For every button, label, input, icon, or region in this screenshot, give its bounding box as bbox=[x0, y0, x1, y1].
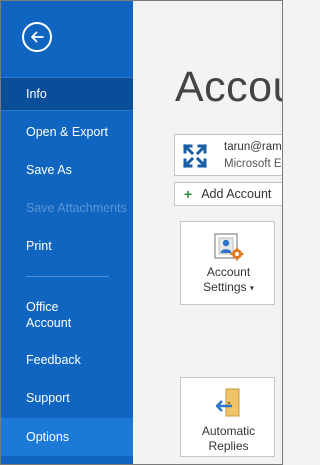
nav-item-open-export[interactable]: Open & Export bbox=[1, 115, 133, 149]
account-settings-icon bbox=[214, 233, 244, 261]
nav-item-save-attachments: Save Attachments bbox=[1, 191, 133, 225]
back-button[interactable] bbox=[22, 22, 52, 52]
nav-divider bbox=[26, 276, 109, 277]
account-email: tarun@ram bbox=[224, 141, 282, 153]
nav-item-label: Office Account bbox=[26, 300, 72, 330]
automatic-replies-icon bbox=[215, 388, 240, 417]
nav-item-office-account[interactable]: Office Account bbox=[1, 295, 133, 335]
backstage-nav: Info Open & Export Save As Save Attachme… bbox=[1, 1, 133, 464]
nav-item-label: Info bbox=[26, 87, 47, 101]
nav-item-support[interactable]: Support bbox=[1, 381, 133, 415]
account-card[interactable]: tarun@ram Microsoft E bbox=[174, 134, 282, 176]
account-type: Microsoft E bbox=[224, 158, 282, 170]
nav-item-label: Options bbox=[26, 430, 70, 444]
page-title: Account bbox=[175, 63, 282, 111]
nav-item-options[interactable]: Options bbox=[1, 418, 133, 456]
outlook-backstage: Info Open & Export Save As Save Attachme… bbox=[0, 0, 283, 465]
nav-item-label: Open & Export bbox=[26, 125, 108, 139]
nav-item-label: Save Attachments bbox=[26, 201, 127, 215]
nav-item-feedback[interactable]: Feedback bbox=[1, 343, 133, 377]
nav-item-label: Print bbox=[26, 239, 52, 253]
nav-item-info[interactable]: Info bbox=[1, 77, 133, 111]
back-arrow-icon bbox=[31, 31, 44, 43]
backstage-content: Account tarun@ram Microsoft E + Add Acco… bbox=[133, 1, 282, 464]
add-account-label: Add Account bbox=[201, 187, 272, 201]
nav-item-label: Support bbox=[26, 391, 70, 405]
account-settings-button[interactable]: Account Settings ▾ bbox=[180, 221, 275, 305]
nav-item-save-as[interactable]: Save As bbox=[1, 153, 133, 187]
automatic-replies-label: Automatic Replies bbox=[201, 424, 256, 453]
nav-item-label: Feedback bbox=[26, 353, 81, 367]
chevron-down-icon: ▾ bbox=[249, 283, 254, 293]
add-account-button[interactable]: + Add Account bbox=[174, 182, 282, 206]
exchange-icon bbox=[182, 143, 208, 169]
automatic-replies-button[interactable]: Automatic Replies bbox=[180, 377, 275, 457]
nav-item-print[interactable]: Print bbox=[1, 229, 133, 263]
account-settings-label: Account Settings ▾ bbox=[203, 265, 254, 294]
nav-item-label: Save As bbox=[26, 163, 72, 177]
plus-icon: + bbox=[184, 186, 193, 202]
